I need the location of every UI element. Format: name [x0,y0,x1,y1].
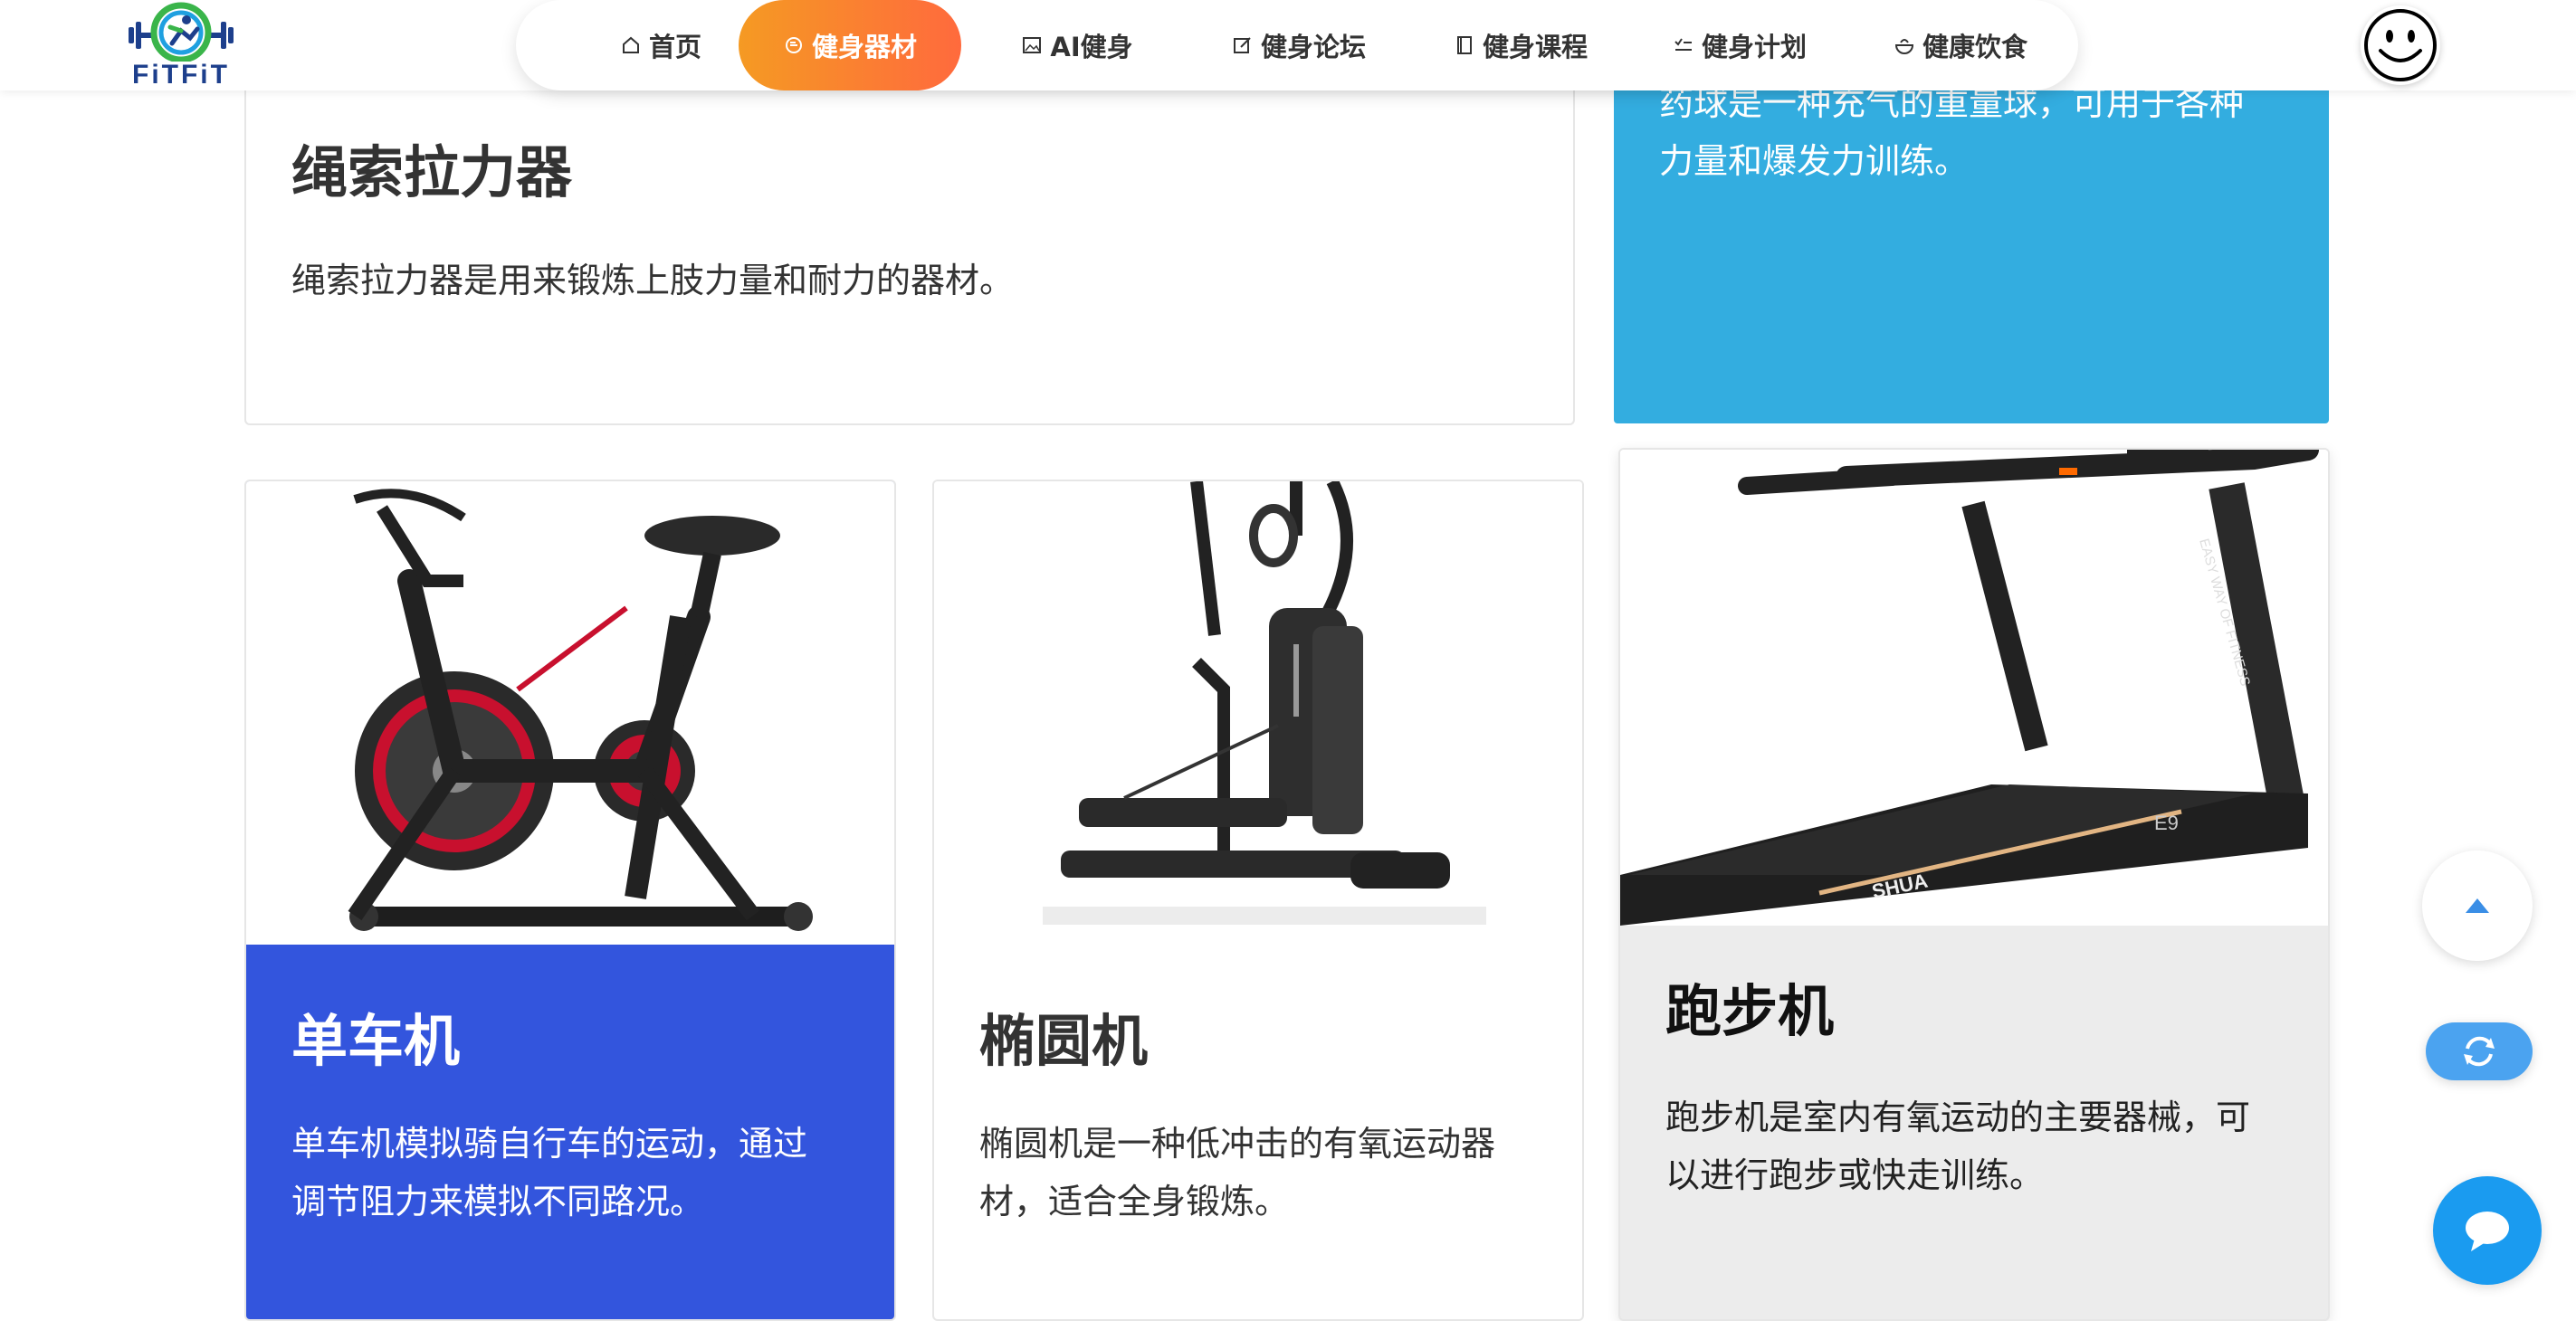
nav-item-label: 健康饮食 [1922,32,2027,62]
card-description: 单车机模拟骑自行车的运动，通过 调节阻力来模拟不同路况。 [291,1115,807,1231]
card-title: 跑步机 [1665,978,1835,1044]
nav-item-label: 首页 [648,32,701,62]
nav-item-label: AI健身 [1050,32,1133,62]
treadmill-image: SHUA E9 EASY WAY OF FITNESS [1620,450,2328,926]
spin-bike-image [246,481,894,945]
nav-item-ai-fitness[interactable]: AI健身 [968,0,1186,90]
chat-bubble-icon [2466,1212,2509,1251]
treadmill-model-text: E9 [2154,812,2179,834]
food-icon [1894,39,1913,54]
card-treadmill[interactable]: SHUA E9 EASY WAY OF FITNESS 跑步机 跑步机是室内有氧… [1618,448,2330,1321]
card-title: 绳索拉力器 [291,139,573,205]
home-icon [622,36,639,53]
desc-line: 单车机模拟骑自行车的运动，通过 [291,1124,808,1164]
arrow-up-icon [2466,898,2489,913]
smiley-icon [2364,9,2437,81]
nav-item-courses[interactable]: 健身课程 [1412,0,1629,90]
nav-item-label: 健身计划 [1701,32,1807,62]
nav-item-label: 健身课程 [1482,32,1588,62]
edit-icon [1233,37,1251,53]
checklist-icon [1674,38,1692,51]
nav-item-diet[interactable]: 健康饮食 [1852,0,2069,90]
elliptical-image [934,481,1582,934]
image-icon [1023,37,1042,53]
main-nav: 首页 健身器材 AI健身 健身论坛 健身课程 健身计划 健康饮食 [516,0,2078,90]
card-description: 跑步机是室内有氧运动的主要器械，可 以进行跑步或快走训练。 [1665,1088,2250,1204]
nav-item-forum[interactable]: 健身论坛 [1186,0,1412,90]
nav-item-home[interactable]: 首页 [570,0,751,90]
logo-mark-icon [129,2,234,63]
book-icon [1456,36,1472,54]
nav-item-label: 健身器材 [811,32,917,62]
back-to-top-button[interactable] [2422,851,2533,961]
card-description: 绳索拉力器是用来锻炼上肢力量和耐力的器材。 [291,261,1015,300]
nav-item-plans[interactable]: 健身计划 [1631,0,1848,90]
card-description: 椭圆机是一种低冲击的有氧运动器 材，适合全身锻炼。 [979,1115,1495,1231]
elliptical-illustration [934,481,1582,934]
card-description: 药球是一种充气的重量球，可用于各种 力量和爆发力训练。 [1659,74,2244,190]
refresh-button[interactable] [2426,1022,2533,1080]
card-spin-bike[interactable]: 单车机 单车机模拟骑自行车的运动，通过 调节阻力来模拟不同路况。 [244,480,896,1321]
fitfit-logo[interactable]: FiTFiT [127,2,235,90]
card-medicine-ball[interactable]: 药球是一种充气的重量球，可用于各种 力量和爆发力训练。 [1614,54,2329,423]
nav-item-label: 健身论坛 [1260,32,1366,62]
treadmill-illustration: SHUA E9 EASY WAY OF FITNESS [1620,450,2328,926]
chat-button[interactable] [2433,1176,2542,1285]
desc-line: 调节阻力来模拟不同路况。 [291,1182,705,1221]
user-avatar[interactable] [2361,5,2440,85]
chat-icon [785,37,802,53]
desc-line: 以进行跑步或快走训练。 [1665,1155,2045,1195]
refresh-icon [2464,1036,2495,1067]
logo-text: FiTFiT [132,60,230,90]
desc-line: 椭圆机是一种低冲击的有氧运动器 [979,1124,1496,1164]
card-title: 单车机 [291,1008,461,1074]
card-elliptical[interactable]: 椭圆机 椭圆机是一种低冲击的有氧运动器 材，适合全身锻炼。 [932,480,1584,1321]
card-title: 椭圆机 [979,1008,1149,1074]
spin-bike-illustration [246,481,894,945]
desc-line: 材，适合全身锻炼。 [979,1182,1290,1221]
desc-line: 跑步机是室内有氧运动的主要器械，可 [1665,1098,2251,1137]
nav-item-equipment[interactable]: 健身器材 [739,0,961,90]
desc-line: 力量和爆发力训练。 [1659,141,1970,181]
card-rope-pulley[interactable]: 绳索拉力器 绳索拉力器是用来锻炼上肢力量和耐力的器材。 [244,54,1575,425]
